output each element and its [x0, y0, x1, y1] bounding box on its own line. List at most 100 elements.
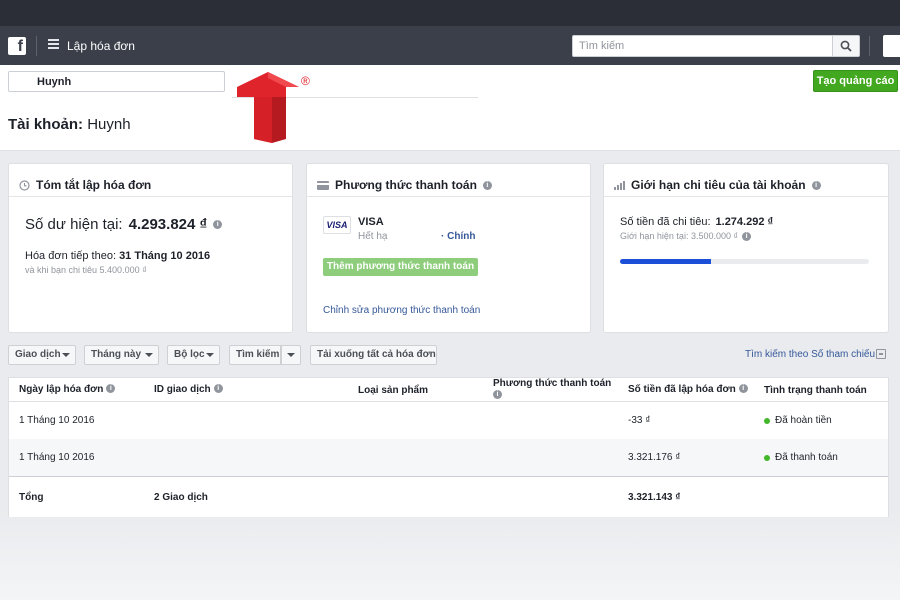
dropdown-label: Tháng này: [91, 349, 142, 360]
create-ad-button[interactable]: Tạo quảng cáo: [813, 70, 898, 92]
current-limit: Giới hạn hiện tại: 3.500.000 ₫ i: [620, 231, 752, 241]
table-row[interactable]: 1 Tháng 10 2016 -33 ₫ Đã hoàn tiền: [9, 402, 888, 439]
info-icon[interactable]: i: [811, 180, 821, 190]
page-title-prefix: Tài khoản:: [8, 116, 84, 133]
transactions-dropdown[interactable]: Giao dịch: [8, 345, 76, 365]
billing-summary-card: Tóm tắt lập hóa đơn Số dư hiện tại: 4.29…: [8, 163, 293, 333]
top-right-element[interactable]: [883, 35, 900, 57]
next-invoice-note: và khi bạn chi tiêu 5.400.000 ₫: [25, 265, 147, 275]
facebook-logo-icon[interactable]: f: [8, 37, 26, 55]
column-header-transaction-id[interactable]: ID giao dịch i: [154, 384, 223, 395]
card-header: Giới hạn chi tiêu của tài khoản i: [604, 164, 888, 197]
filter-dropdown[interactable]: Bộ lọc: [167, 345, 220, 365]
column-label: Ngày lập hóa đơn: [19, 384, 104, 395]
info-icon[interactable]: i: [742, 231, 752, 241]
account-header: Huynh Tạo quảng cáo Tài khoản: Huynh: [0, 65, 900, 151]
balance-value: 4.293.824 ₫: [128, 216, 208, 233]
credit-card-icon: [317, 180, 329, 190]
column-label: Phương thức thanh toán: [493, 378, 612, 389]
row-status: Đã hoàn tiền: [764, 415, 832, 426]
total-amount: 3.321.143 ₫: [628, 492, 681, 503]
divider: [36, 36, 37, 56]
row-amount: 3.321.176 ₫: [628, 452, 681, 463]
current-balance: Số dư hiện tại: 4.293.824 ₫ i: [25, 216, 223, 233]
app-title[interactable]: Lập hóa đơn: [67, 39, 135, 53]
spending-limit-card: Giới hạn chi tiêu của tài khoản i Số tiề…: [603, 163, 889, 333]
total-count: 2 Giao dịch: [154, 492, 208, 503]
button-label: Tìm kiếm: [236, 349, 280, 360]
info-icon[interactable]: i: [482, 180, 492, 190]
search-input[interactable]: Tìm kiếm: [572, 35, 833, 57]
row-date: 1 Tháng 10 2016: [19, 415, 95, 426]
primary-label: · Chính: [441, 231, 476, 242]
card-title: Phương thức thanh toán: [335, 178, 477, 192]
download-invoices-button[interactable]: Tải xuống tất cả hóa đơn: [310, 345, 437, 365]
table-row[interactable]: 1 Tháng 10 2016 3.321.176 ₫ Đã thanh toá…: [9, 439, 888, 476]
status-label: Đã hoàn tiền: [775, 415, 832, 426]
column-header-product-type[interactable]: Loại sản phẩm: [358, 385, 428, 396]
hamburger-menu-icon[interactable]: [48, 39, 59, 49]
payment-method-card: Phương thức thanh toán i VISA VISA Hết h…: [306, 163, 591, 333]
page-title: Tài khoản: Huynh: [8, 116, 131, 133]
card-title: Tóm tắt lập hóa đơn: [36, 178, 152, 192]
column-label: Số tiền đã lập hóa đơn: [628, 384, 736, 395]
date-range-dropdown[interactable]: Tháng này: [84, 345, 159, 365]
info-icon[interactable]: i: [213, 384, 223, 393]
signal-bars-icon: [614, 180, 625, 190]
card-name: VISA: [358, 216, 384, 228]
column-header-amount[interactable]: Số tiền đã lập hóa đơn i: [628, 384, 748, 395]
column-header-payment-method[interactable]: Phương thức thanh toán i: [493, 378, 611, 399]
chevron-down-icon: [145, 353, 153, 357]
card-expiry: Hết hạ: [358, 231, 388, 242]
add-payment-method-button[interactable]: Thêm phương thức thanh toán: [323, 258, 478, 276]
next-invoice-date: 31 Tháng 10 2016: [119, 250, 211, 262]
status-dot-icon: [764, 454, 770, 461]
search-transactions-button[interactable]: Tìm kiếm: [229, 345, 281, 365]
info-icon[interactable]: i: [106, 384, 116, 393]
search-by-reference-link[interactable]: Tìm kiếm theo Số tham chiếu: [745, 349, 875, 360]
account-selector[interactable]: Huynh: [8, 71, 225, 92]
search-button[interactable]: [833, 35, 860, 57]
dropdown-label: Bộ lọc: [174, 349, 205, 360]
button-label: Tải xuống tất cả hóa đơn: [317, 349, 436, 360]
chevron-down-icon: [62, 353, 70, 357]
page-title-account: Huynh: [87, 116, 131, 133]
chevron-down-icon: [287, 353, 295, 357]
info-icon[interactable]: i: [738, 384, 748, 393]
table-total-row: Tổng 2 Giao dịch 3.321.143 ₫: [9, 476, 888, 517]
row-amount: -33 ₫: [628, 415, 651, 426]
column-header-date[interactable]: Ngày lập hóa đơn i: [19, 384, 116, 395]
column-label: ID giao dịch: [154, 384, 211, 395]
search-options-dropdown[interactable]: [281, 345, 301, 365]
spent-label: Số tiền đã chi tiêu:: [620, 216, 711, 228]
brand-logo-icon: ®: [237, 72, 310, 143]
status-label: Đã thanh toán: [775, 452, 838, 463]
dropdown-label: Giao dịch: [15, 349, 61, 360]
spending-progress-bar: [620, 259, 869, 264]
progress-fill: [620, 259, 711, 264]
chevron-down-icon: [206, 353, 214, 357]
export-icon[interactable]: [876, 349, 886, 359]
visa-logo-icon: VISA: [323, 216, 351, 234]
card-title: Giới hạn chi tiêu của tài khoản: [631, 178, 806, 192]
edit-payment-method-link[interactable]: Chỉnh sửa phương thức thanh toán: [323, 305, 480, 316]
search-icon: [840, 40, 852, 52]
limit-text: Giới hạn hiện tại: 3.500.000 ₫: [620, 231, 739, 241]
total-label: Tổng: [19, 492, 44, 503]
registered-mark: ®: [301, 74, 310, 88]
column-label: Tình trạng thanh toán: [764, 385, 867, 396]
amount-spent: Số tiền đã chi tiêu: 1.274.292 ₫: [620, 216, 773, 228]
clock-icon: [19, 179, 30, 191]
transactions-table: Ngày lập hóa đơn i ID giao dịch i Loại sản…: [8, 377, 889, 517]
card-header: Phương thức thanh toán i: [307, 164, 590, 197]
info-icon[interactable]: i: [493, 390, 502, 399]
column-label: Loại sản phẩm: [358, 385, 429, 396]
row-date: 1 Tháng 10 2016: [19, 452, 95, 463]
column-header-status[interactable]: Tình trạng thanh toán: [764, 385, 867, 396]
next-invoice: Hóa đơn tiếp theo: 31 Tháng 10 2016: [25, 250, 210, 262]
window-chrome: [0, 0, 900, 26]
spent-value: 1.274.292 ₫: [715, 216, 774, 228]
table-header: Ngày lập hóa đơn i ID giao dịch i Loại sản…: [9, 378, 888, 402]
card-header: Tóm tắt lập hóa đơn: [9, 164, 292, 197]
info-icon[interactable]: i: [213, 220, 223, 229]
